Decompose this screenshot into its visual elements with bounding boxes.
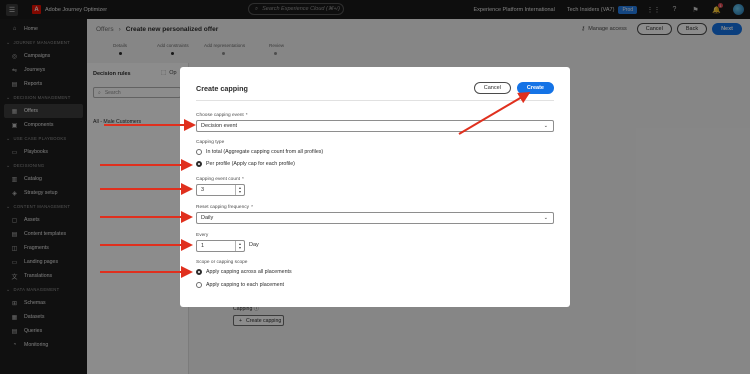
capping-count-stepper[interactable]: 3 ▲ ▼ xyxy=(196,184,245,196)
radio-label: Per profile (Apply cap for each profile) xyxy=(206,161,295,167)
dialog-cancel-button[interactable]: Cancel xyxy=(473,82,511,94)
capping-count-value: 3 xyxy=(201,187,205,193)
reset-frequency-label: Reset capping frequency * xyxy=(196,205,253,210)
radio-circle xyxy=(196,149,202,155)
capping-event-select[interactable]: Decision event ⌄ xyxy=(196,120,554,132)
chevron-down-icon[interactable]: ▼ xyxy=(238,246,241,250)
capping-type-per-profile-radio[interactable]: Per profile (Apply cap for each profile) xyxy=(196,161,295,167)
every-stepper[interactable]: 1 ▲ ▼ xyxy=(196,240,245,252)
radio-label: Apply capping across all placements xyxy=(206,269,292,275)
radio-label: Apply capping to each placement xyxy=(206,282,285,288)
divider xyxy=(196,100,554,101)
chevron-down-icon[interactable]: ▼ xyxy=(238,190,241,194)
dialog-create-button[interactable]: Create xyxy=(516,82,554,94)
stepper-arrows[interactable]: ▲ ▼ xyxy=(235,185,244,195)
capping-type-in-total-radio[interactable]: In total (Aggregate capping count from a… xyxy=(196,149,323,155)
capping-event-label: Choose capping event * xyxy=(196,113,248,118)
every-value: 1 xyxy=(201,243,205,249)
radio-circle xyxy=(196,269,202,275)
capping-type-label: Capping type xyxy=(196,140,225,145)
every-label: Every xyxy=(196,233,209,238)
radio-label: In total (Aggregate capping count from a… xyxy=(206,149,324,155)
label-text: Capping event count xyxy=(196,177,241,182)
label-text: Reset capping frequency xyxy=(196,205,250,210)
capping-event-value: Decision event xyxy=(201,123,238,129)
radio-circle xyxy=(196,282,202,288)
capping-count-label: Capping event count * xyxy=(196,177,244,182)
dialog-title: Create capping xyxy=(196,84,248,93)
required-icon: * xyxy=(245,113,248,118)
reset-frequency-value: Daily xyxy=(201,215,214,221)
radio-circle xyxy=(196,161,202,167)
required-icon: * xyxy=(242,177,244,182)
reset-frequency-select[interactable]: Daily ⌄ xyxy=(196,212,554,224)
scope-label: Scope or capping scope xyxy=(196,260,248,265)
scope-each-placement-radio[interactable]: Apply capping to each placement xyxy=(196,282,284,288)
chevron-down-icon: ⌄ xyxy=(543,215,548,221)
create-capping-dialog: Create capping Cancel Create Choose capp… xyxy=(180,67,570,307)
chevron-down-icon: ⌄ xyxy=(543,123,548,129)
stepper-arrows[interactable]: ▲ ▼ xyxy=(235,241,244,251)
required-icon: * xyxy=(251,205,253,210)
scope-all-placements-radio[interactable]: Apply capping across all placements xyxy=(196,269,292,275)
every-unit: Day xyxy=(249,242,259,248)
label-text: Choose capping event xyxy=(196,113,244,118)
